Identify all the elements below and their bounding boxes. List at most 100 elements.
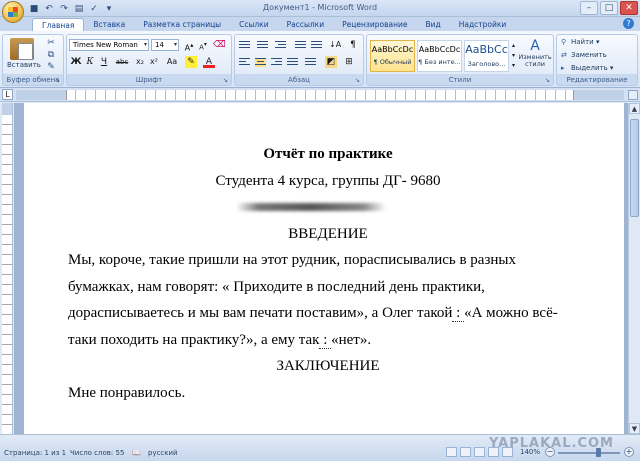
web-layout-view-icon[interactable] [474,447,485,457]
sort-icon[interactable]: ↓A [329,39,341,51]
help-icon[interactable]: ? [623,18,634,29]
spelling-mark: : [319,331,332,349]
dialog-launcher-icon[interactable]: ↘ [55,77,62,84]
change-styles-icon: A [530,38,540,54]
tab-home[interactable]: Главная [32,18,85,31]
dialog-launcher-icon[interactable]: ↘ [223,77,230,84]
font-color-button[interactable]: A [203,56,215,68]
show-marks-icon[interactable]: ¶ [347,39,359,51]
word-count[interactable]: Число слов: 55 [70,449,124,457]
change-styles-button[interactable]: A Изменить стили [517,38,553,68]
align-right-icon[interactable] [271,58,282,67]
office-logo-icon [8,7,18,17]
paste-icon [10,38,34,60]
draft-view-icon[interactable] [502,447,513,457]
style-name: Заголово... [467,60,506,68]
zoom-level[interactable]: 140% [520,448,540,456]
font-group-label: Шрифт [135,76,163,84]
scroll-up-icon[interactable]: ▲ [629,103,640,114]
replace-icon: ⇄ [561,51,567,59]
bullets-icon[interactable] [239,41,250,50]
print-layout-view-icon[interactable] [446,447,457,457]
tab-add-ins[interactable]: Надстройки [450,18,516,31]
superscript-button[interactable]: x² [148,56,160,68]
vertical-ruler [2,103,13,434]
tab-selector[interactable]: L [2,89,13,100]
line-spacing-icon[interactable] [305,58,316,67]
horizontal-ruler[interactable] [16,90,624,100]
copy-icon[interactable]: ⧉ [45,50,57,61]
change-case-button[interactable]: Aa [164,56,180,68]
tab-mailings[interactable]: Рассылки [278,18,334,31]
multilevel-list-icon[interactable] [275,41,286,50]
strikethrough-button[interactable]: abc [114,56,130,68]
full-screen-view-icon[interactable] [460,447,471,457]
window-title: Документ1 - Microsoft Word [262,3,378,12]
format-painter-icon[interactable]: ✎ [45,62,57,73]
increase-indent-icon[interactable] [311,41,322,50]
document-text[interactable]: Отчёт по практике Студента 4 курса, груп… [68,141,588,406]
tab-page-layout[interactable]: Разметка страницы [134,18,230,31]
styles-scroll-icon[interactable]: ▴ ▾ ▾ [510,41,517,71]
language-indicator[interactable]: русский [148,449,178,457]
zoom-out-icon[interactable]: − [545,447,555,457]
editing-group: ⚲ Найти ▾ ⇄ Заменить ▸ Выделить ▾ Редактиро… [556,34,638,86]
clear-formatting-icon[interactable]: ⌫ [213,39,226,51]
highlight-color-icon[interactable]: ✎ [185,56,197,68]
close-button[interactable]: ✕ [620,1,638,15]
doc-heading-conclusion: ЗАКЛЮЧЕНИЕ [276,358,380,374]
doc-line: таки походить на практику?», а ему так :… [68,331,372,349]
paste-button[interactable]: Вставить [7,38,41,69]
style-normal[interactable]: AaBbCcDc ¶ Обычный [370,40,415,72]
ribbon-tabs: Главная Вставка Разметка страницы Ссылки… [0,17,640,31]
shrink-font-icon[interactable]: A▾ [197,39,209,51]
outline-view-icon[interactable] [488,447,499,457]
view-ruler-button[interactable] [628,90,638,100]
minimize-button[interactable]: – [580,1,598,15]
tab-view[interactable]: Вид [416,18,449,31]
style-no-spacing[interactable]: AaBbCcDc ¶ Без инте... [417,40,462,72]
font-name-combo[interactable]: Times New Roman ▾ [69,39,149,51]
decrease-indent-icon[interactable] [295,41,306,50]
zoom-slider[interactable] [558,448,620,457]
justify-icon[interactable] [287,58,298,67]
align-left-icon[interactable] [239,58,250,67]
redacted-name [236,203,386,211]
paragraph-group: ↓A ¶ ◩ ⊞ Абзац ↘ [234,34,364,86]
style-sample: AaBbCcDc [371,45,414,54]
office-button[interactable] [2,1,24,23]
dialog-launcher-icon[interactable]: ↘ [355,77,362,84]
dialog-launcher-icon[interactable]: ↘ [545,77,552,84]
doc-subtitle: Студента 4 курса, группы ДГ- 9680 [215,172,441,189]
grow-font-icon[interactable]: A▴ [183,39,195,53]
document-area[interactable]: Отчёт по практике Студента 4 курса, груп… [14,103,628,434]
underline-button[interactable]: Ч [98,56,110,68]
scroll-down-icon[interactable]: ▼ [629,423,640,434]
proofing-icon[interactable]: 📖 [132,449,141,457]
zoom-in-icon[interactable]: + [624,447,634,457]
italic-button[interactable]: К [84,56,96,68]
style-heading[interactable]: AaBbCc Заголово... [464,40,509,72]
font-group: Times New Roman ▾ 14 ▾ A▴ A▾ ⌫ Ж К Ч abc… [66,34,232,86]
align-center-icon[interactable] [255,58,266,67]
window-controls: – □ ✕ [580,1,638,15]
tab-review[interactable]: Рецензирование [333,18,416,31]
replace-button[interactable]: ⇄ Заменить [561,51,607,59]
shading-icon[interactable]: ◩ [325,56,337,68]
zoom-slider-knob[interactable] [596,448,601,457]
tab-references[interactable]: Ссылки [230,18,277,31]
select-button[interactable]: ▸ Выделить ▾ [561,64,613,72]
tab-insert[interactable]: Вставка [84,18,134,31]
subscript-button[interactable]: x₂ [134,56,146,68]
maximize-button[interactable]: □ [600,1,618,15]
scroll-thumb[interactable] [630,119,639,217]
bold-button[interactable]: Ж [70,56,82,68]
vertical-scrollbar[interactable]: ▲ ▼ [628,103,640,434]
cut-icon[interactable]: ✂ [45,38,57,49]
font-size-combo[interactable]: 14 ▾ [151,39,179,51]
numbering-icon[interactable] [257,41,268,50]
borders-icon[interactable]: ⊞ [343,56,355,68]
page-count[interactable]: Страница: 1 из 1 [4,449,66,457]
document-page[interactable]: Отчёт по практике Студента 4 курса, груп… [24,103,624,434]
find-button[interactable]: ⚲ Найти ▾ [561,38,599,46]
